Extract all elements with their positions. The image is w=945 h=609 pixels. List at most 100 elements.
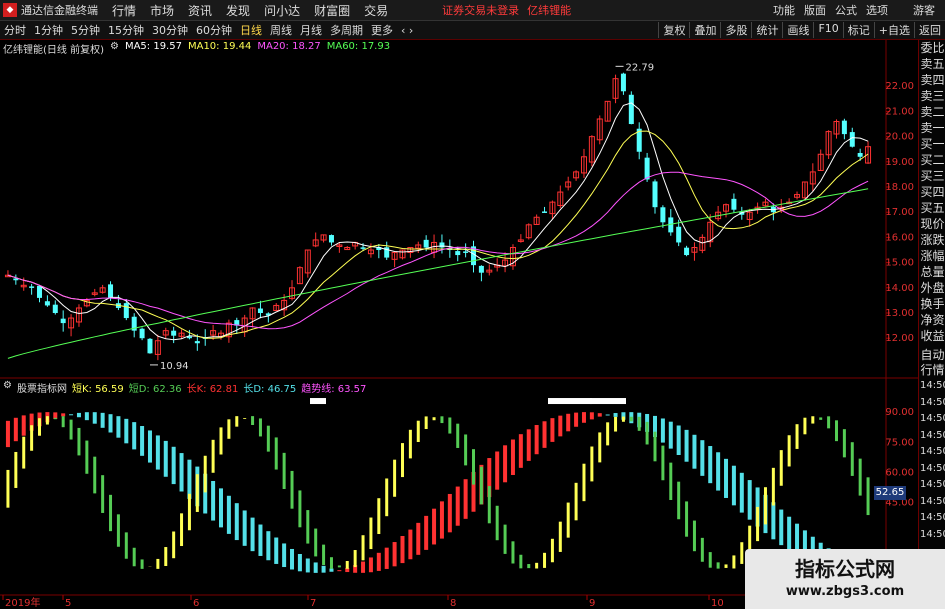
tick-time: 14:50 bbox=[920, 479, 945, 490]
long-kd-bar bbox=[581, 412, 586, 423]
long-kd-bar bbox=[140, 426, 145, 456]
indicator-tick-label: 90.00 bbox=[885, 407, 914, 418]
nav-arrows-icon[interactable]: ‹ › bbox=[397, 24, 417, 37]
long-kd-bar bbox=[771, 502, 776, 540]
app-logo-icon: ◆ bbox=[3, 3, 17, 17]
period-tab-5min[interactable]: 5分钟 bbox=[67, 22, 104, 38]
long-kd-bar bbox=[605, 414, 610, 416]
menu-item-ask[interactable]: 问小达 bbox=[264, 2, 300, 19]
legend-long-d: 长D: 46.75 bbox=[243, 384, 297, 395]
long-kd-bar bbox=[171, 446, 176, 485]
menu-item-function[interactable]: 功能 bbox=[773, 2, 795, 18]
menu-item-markets[interactable]: 市场 bbox=[150, 2, 174, 19]
candle-body-down bbox=[423, 239, 429, 248]
panel-label: 换手 bbox=[920, 297, 945, 311]
long-kd-bar bbox=[321, 565, 326, 573]
tick-time: 14:50 bbox=[920, 396, 945, 408]
long-kd-bar bbox=[132, 422, 137, 450]
long-kd-bar bbox=[463, 479, 468, 519]
long-kd-bar bbox=[534, 425, 539, 455]
restore-rights-button[interactable]: 复权 bbox=[658, 22, 689, 38]
long-kd-bar bbox=[510, 439, 515, 475]
long-kd-bar bbox=[155, 435, 160, 470]
long-kd-bar bbox=[329, 568, 334, 572]
top-signal-marker bbox=[310, 398, 326, 405]
period-tab-15min[interactable]: 15分钟 bbox=[104, 22, 148, 38]
price-tick-label: 21.00 bbox=[885, 106, 914, 117]
date-tick-label: 5 bbox=[65, 598, 71, 609]
legend-short-k: 短K: 56.59 bbox=[71, 384, 124, 395]
period-tab-1min[interactable]: 1分钟 bbox=[30, 22, 67, 38]
period-tab-daily[interactable]: 日线 bbox=[236, 22, 266, 38]
candle-body-down bbox=[455, 251, 461, 256]
period-tab-60min[interactable]: 60分钟 bbox=[192, 22, 236, 38]
auto-quote-tab[interactable]: 自动行情 bbox=[919, 348, 945, 378]
period-tab-weekly[interactable]: 周线 bbox=[266, 22, 296, 38]
guest-user[interactable]: 游客 bbox=[913, 2, 935, 18]
price-tick-label: 15.00 bbox=[885, 258, 914, 269]
long-kd-bar bbox=[716, 452, 721, 491]
long-kd-bar bbox=[731, 465, 736, 506]
back-button[interactable]: 返回 bbox=[914, 22, 945, 38]
long-kd-bar bbox=[518, 434, 523, 468]
candle-body-down bbox=[60, 318, 66, 324]
stock-name-notice: 亿纬锂能 bbox=[527, 4, 572, 17]
period-tab-more[interactable]: 更多 bbox=[367, 22, 397, 38]
candle-body-down bbox=[29, 286, 35, 288]
long-kd-bar bbox=[5, 420, 10, 448]
long-kd-bar bbox=[376, 552, 381, 571]
long-kd-bar bbox=[116, 416, 121, 438]
candle-body-down bbox=[123, 303, 129, 319]
legend-ma5: MA5: 19.57 bbox=[124, 41, 182, 52]
panel-label: 买二 bbox=[920, 153, 945, 167]
panel-label: 涨跌 bbox=[920, 233, 945, 247]
mark-button[interactable]: 标记 bbox=[842, 22, 874, 38]
menu-item-wealth[interactable]: 财富圈 bbox=[314, 2, 350, 19]
date-tick-label: 8 bbox=[450, 598, 456, 609]
long-kd-bar bbox=[234, 503, 239, 541]
long-kd-bar bbox=[108, 414, 113, 433]
menu-item-formula[interactable]: 公式 bbox=[835, 2, 857, 18]
chart-canvas[interactable]: 22.00 21.00 20.00 19.00 18.00 17.00 16.00 15.00… bbox=[0, 0, 945, 609]
multi-stock-button[interactable]: 多股 bbox=[720, 22, 751, 38]
menu-item-layout[interactable]: 版面 bbox=[804, 2, 826, 18]
tick-time: 14:50 bbox=[920, 462, 945, 474]
settings-gear-icon[interactable]: ⚙ bbox=[110, 41, 119, 56]
ma10-line bbox=[7, 130, 869, 339]
long-kd-bar bbox=[566, 413, 571, 432]
menu-item-discover[interactable]: 发现 bbox=[226, 2, 250, 19]
long-kd-bar bbox=[258, 524, 263, 556]
f10-button[interactable]: F10 bbox=[813, 22, 842, 38]
candle-body-down bbox=[108, 284, 114, 298]
long-kd-bar bbox=[290, 548, 295, 570]
top-signal-marker bbox=[590, 398, 626, 405]
menu-item-options[interactable]: 选项 bbox=[866, 2, 888, 18]
overlay-button[interactable]: 叠加 bbox=[689, 22, 720, 38]
period-tab-monthly[interactable]: 月线 bbox=[296, 22, 326, 38]
legend-ma10: MA10: 19.44 bbox=[187, 41, 252, 52]
panel-label: 买四 bbox=[920, 185, 945, 199]
statistics-button[interactable]: 统计 bbox=[751, 22, 782, 38]
period-tab-timeshare[interactable]: 分时 bbox=[0, 22, 30, 38]
login-notice[interactable]: 证券交易未登录 bbox=[442, 2, 519, 18]
long-kd-bar bbox=[163, 440, 168, 477]
draw-line-button[interactable]: 画线 bbox=[782, 22, 813, 38]
date-tick-label: 9 bbox=[589, 598, 595, 609]
indicator-name: 股票指标网 bbox=[16, 384, 67, 395]
indicator-legend: ⚙ 股票指标网 短K: 56.59 短D: 62.36 长K: 62.81 长D… bbox=[3, 380, 366, 395]
add-watchlist-button[interactable]: +自选 bbox=[873, 22, 914, 38]
menu-item-news[interactable]: 资讯 bbox=[188, 2, 212, 19]
period-tab-multi[interactable]: 多周期 bbox=[326, 22, 367, 38]
long-kd-bar bbox=[392, 542, 397, 567]
candle-body-down bbox=[478, 265, 484, 273]
legend-short-d: 短D: 62.36 bbox=[128, 384, 182, 395]
long-kd-bar bbox=[597, 413, 602, 417]
menu-item-market[interactable]: 行情 bbox=[112, 2, 136, 19]
menu-item-trade[interactable]: 交易 bbox=[364, 2, 388, 19]
candle-body-down bbox=[171, 330, 177, 336]
indicator-settings-gear-icon[interactable]: ⚙ bbox=[3, 380, 12, 395]
price-tick-label: 17.00 bbox=[885, 207, 914, 218]
candle-body-down bbox=[463, 251, 469, 253]
legend-long-k: 长K: 62.81 bbox=[186, 384, 239, 395]
period-tab-30min[interactable]: 30分钟 bbox=[148, 22, 192, 38]
